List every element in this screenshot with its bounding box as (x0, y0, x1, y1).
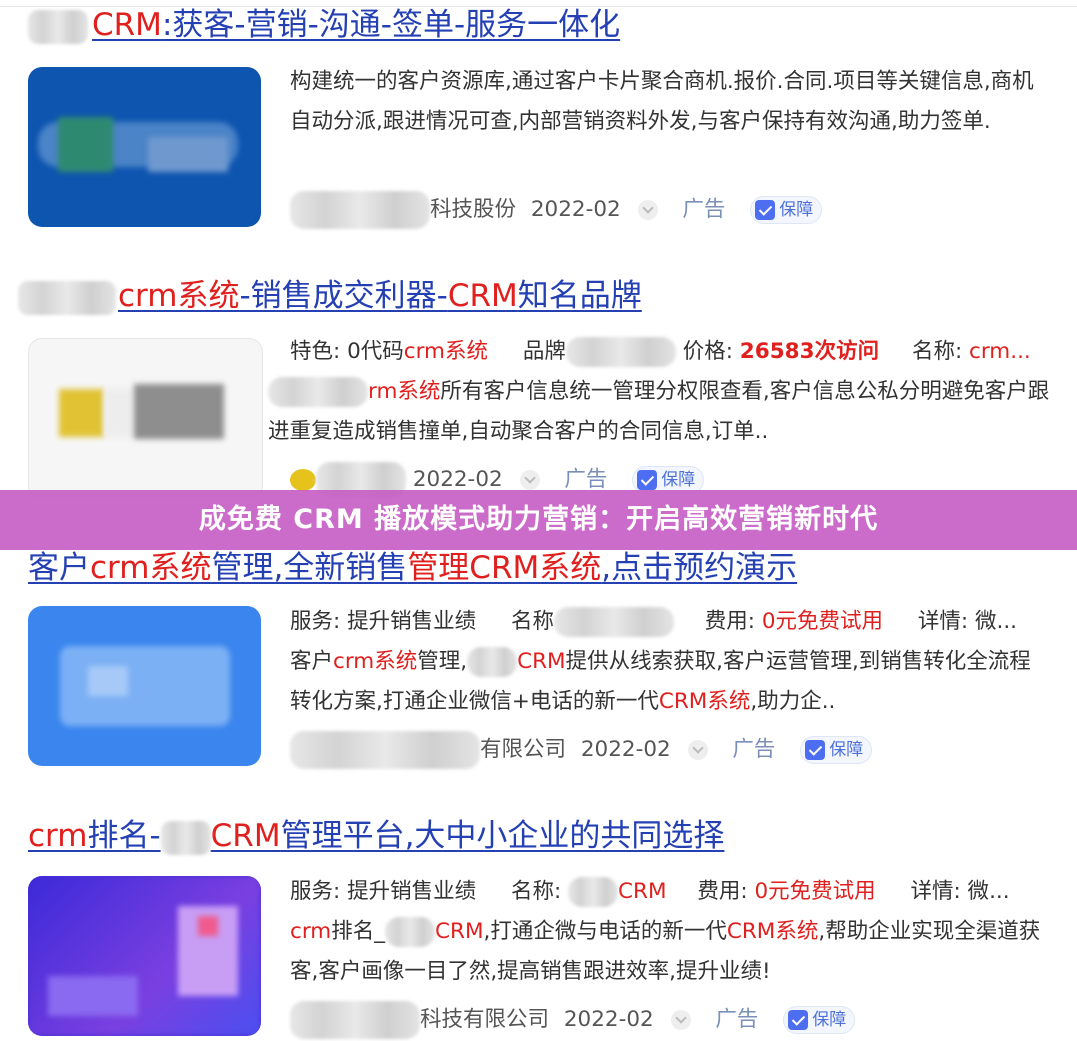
fee-value: 0元免费试用 (761, 609, 884, 634)
result-3-description: 客户crm系统管理, CRM提供从线索获取,客户运营管理,到销售转化全流程转化方案… (290, 647, 1031, 714)
feedback-icon[interactable] (670, 1010, 691, 1030)
result-3-footer: 有限公司 2022-02 广告 保障 (290, 730, 873, 770)
result-2-date: 2022-02 (412, 467, 503, 492)
check-shield-icon (637, 470, 658, 490)
result-4-footer: 科技有限公司 2022-02 广告 保障 (290, 1000, 856, 1040)
redacted-brand (565, 337, 676, 367)
redacted-source (290, 731, 480, 769)
result-3-title[interactable]: 客户crm系统管理,全新销售管理CRM系统,点击预约演示 (28, 548, 797, 588)
result-1-guarantee-badge[interactable]: 保障 (750, 196, 823, 224)
feedback-icon[interactable] (637, 200, 658, 220)
result-1-date: 2022-02 (530, 197, 621, 222)
result-1-source: 科技股份 (430, 197, 517, 222)
promo-banner: 成免费 CRM 播放模式助力营销：开启高效营销新时代 (0, 490, 1077, 550)
result-2-thumbnail[interactable] (28, 338, 263, 500)
result-4-source: 科技有限公司 (420, 1007, 550, 1032)
check-shield-icon (788, 1010, 809, 1030)
fee-value: 0元免费试用 (754, 879, 876, 904)
search-result-3: 客户crm系统管理,全新销售管理CRM系统,点击预约演示 服务: 提升销售业绩 … (0, 530, 1077, 780)
result-4-ad-label[interactable]: 广告 (715, 1007, 758, 1032)
result-3-thumbnail[interactable] (28, 606, 261, 766)
result-4-thumbnail[interactable] (28, 876, 261, 1036)
redacted-name (568, 877, 619, 907)
feature-value: crm系统 (403, 339, 488, 364)
result-1-description: 构建统一的客户资源库,通过客户卡片聚合商机.报价.合同.项目等关键信息,商机自动… (290, 69, 1034, 134)
check-shield-icon (755, 200, 776, 220)
result-1-ad-label[interactable]: 广告 (682, 197, 725, 222)
redacted-text (467, 647, 518, 677)
redacted-text (385, 917, 435, 947)
search-result-2: crm系统-销售成交利器-CRM知名品牌 特色: 0代码crm系统 品牌 价格:… (0, 260, 1077, 500)
redacted-text (18, 280, 116, 315)
result-1-title[interactable]: CRM:获客-营销-沟通-签单-服务一体化 (28, 5, 620, 45)
result-2-meta: 特色: 0代码crm系统 品牌 价格: 26583次访问 名称: crm... (290, 332, 1031, 372)
result-2-ad-label[interactable]: 广告 (564, 467, 607, 492)
redacted-text (28, 9, 88, 44)
result-3-ad-label[interactable]: 广告 (732, 737, 775, 762)
result-4-guarantee-badge[interactable]: 保障 (783, 1006, 856, 1034)
redacted-text (268, 377, 368, 407)
search-result-1: CRM:获客-营销-沟通-签单-服务一体化 构建统一的客户资源库,通过客户卡片聚… (0, 0, 1077, 240)
result-3-date: 2022-02 (580, 737, 671, 762)
result-2-description: rm系统所有客户信息统一管理分权限查看,客户信息公私分明避免客户跟进重复造成销售… (268, 377, 1050, 444)
result-2-title[interactable]: crm系统-销售成交利器-CRM知名品牌 (18, 276, 642, 316)
result-3-source: 有限公司 (480, 737, 567, 762)
redacted-source (290, 191, 430, 229)
result-3-guarantee-badge[interactable]: 保障 (800, 736, 873, 764)
feedback-icon[interactable] (687, 740, 708, 760)
check-shield-icon (805, 740, 826, 760)
search-result-4: crm排名- CRM管理平台,大中小企业的共同选择 服务: 提升销售业绩 名称: … (0, 800, 1077, 1041)
result-1-thumbnail[interactable] (28, 67, 261, 227)
redacted-text (160, 820, 211, 855)
visits-count: 26583次访问 (739, 339, 880, 364)
redacted-name (553, 607, 674, 637)
result-4-description: crm排名_ CRM,打通企微与电话的新一代CRM系统,帮助企业实现全渠道获客,客… (290, 917, 1041, 984)
result-1-footer: 科技股份 2022-02 广告 保障 (290, 190, 823, 230)
brand-logo (290, 469, 316, 491)
result-4-title[interactable]: crm排名- CRM管理平台,大中小企业的共同选择 (28, 816, 724, 856)
result-3-meta: 服务: 提升销售业绩 名称 费用: 0元免费试用 详情: 微... (290, 602, 1017, 642)
redacted-source (290, 1001, 420, 1039)
result-4-meta: 服务: 提升销售业绩 名称: CRM 费用: 0元免费试用 详情: 微... (290, 872, 1010, 912)
feedback-icon[interactable] (519, 470, 540, 490)
result-4-date: 2022-02 (563, 1007, 654, 1032)
